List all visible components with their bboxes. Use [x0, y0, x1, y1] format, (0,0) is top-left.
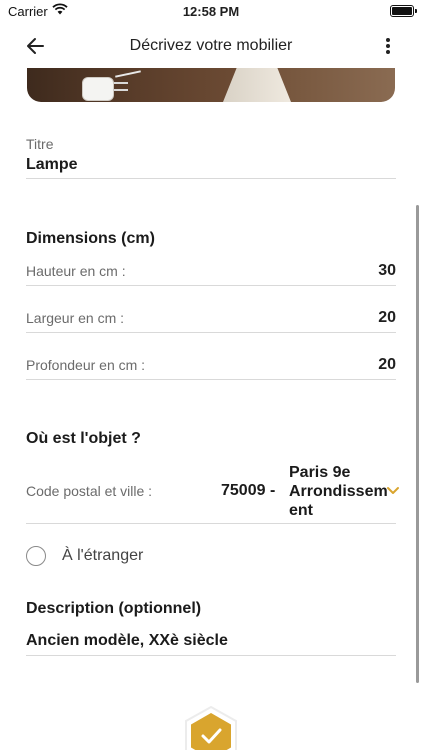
nav-bar: Décrivez votre mobilier [0, 24, 422, 68]
dimensions-heading: Dimensions (cm) [26, 230, 155, 247]
city-dropdown-button[interactable] [386, 484, 400, 496]
more-vertical-icon [386, 38, 390, 54]
more-options-button[interactable] [382, 34, 394, 58]
width-input[interactable]: 20 [378, 309, 396, 327]
title-input[interactable]: Lampe [26, 156, 78, 174]
photo-plug [83, 78, 113, 100]
chevron-down-icon [387, 487, 399, 494]
width-label: Largeur en cm : [26, 310, 125, 326]
divider [26, 332, 396, 333]
abroad-radio[interactable] [26, 546, 46, 566]
scrollbar[interactable] [416, 205, 419, 683]
postal-code-value[interactable]: 75009 - [221, 482, 275, 500]
abroad-label[interactable]: À l'étranger [62, 547, 143, 565]
divider [26, 285, 396, 286]
city-line: Paris 9e [289, 464, 351, 481]
location-heading: Où est l'objet ? [26, 430, 141, 447]
depth-input[interactable]: 20 [378, 356, 396, 374]
city-value[interactable]: Paris 9e Arrondissem ent [289, 463, 399, 520]
divider [26, 523, 396, 524]
city-line: ent [289, 502, 313, 519]
status-bar: Carrier 12:58 PM [0, 0, 422, 24]
clock: 12:58 PM [182, 4, 240, 19]
submit-button[interactable] [183, 705, 239, 750]
photo-lamp [223, 68, 291, 102]
divider [26, 379, 396, 380]
height-label: Hauteur en cm : [26, 263, 126, 279]
description-heading: Description (optionnel) [26, 600, 202, 617]
city-line: Arrondissem [289, 483, 388, 500]
page-title: Décrivez votre mobilier [129, 37, 293, 54]
title-label: Titre [26, 136, 54, 152]
divider [26, 178, 396, 179]
item-photo[interactable] [27, 68, 395, 102]
divider [26, 655, 396, 656]
height-input[interactable]: 30 [378, 262, 396, 280]
postal-city-label: Code postal et ville : [26, 483, 153, 499]
battery-icon [390, 5, 417, 17]
description-input[interactable]: Ancien modèle, XXè siècle [26, 632, 228, 650]
depth-label: Profondeur en cm : [26, 357, 146, 373]
